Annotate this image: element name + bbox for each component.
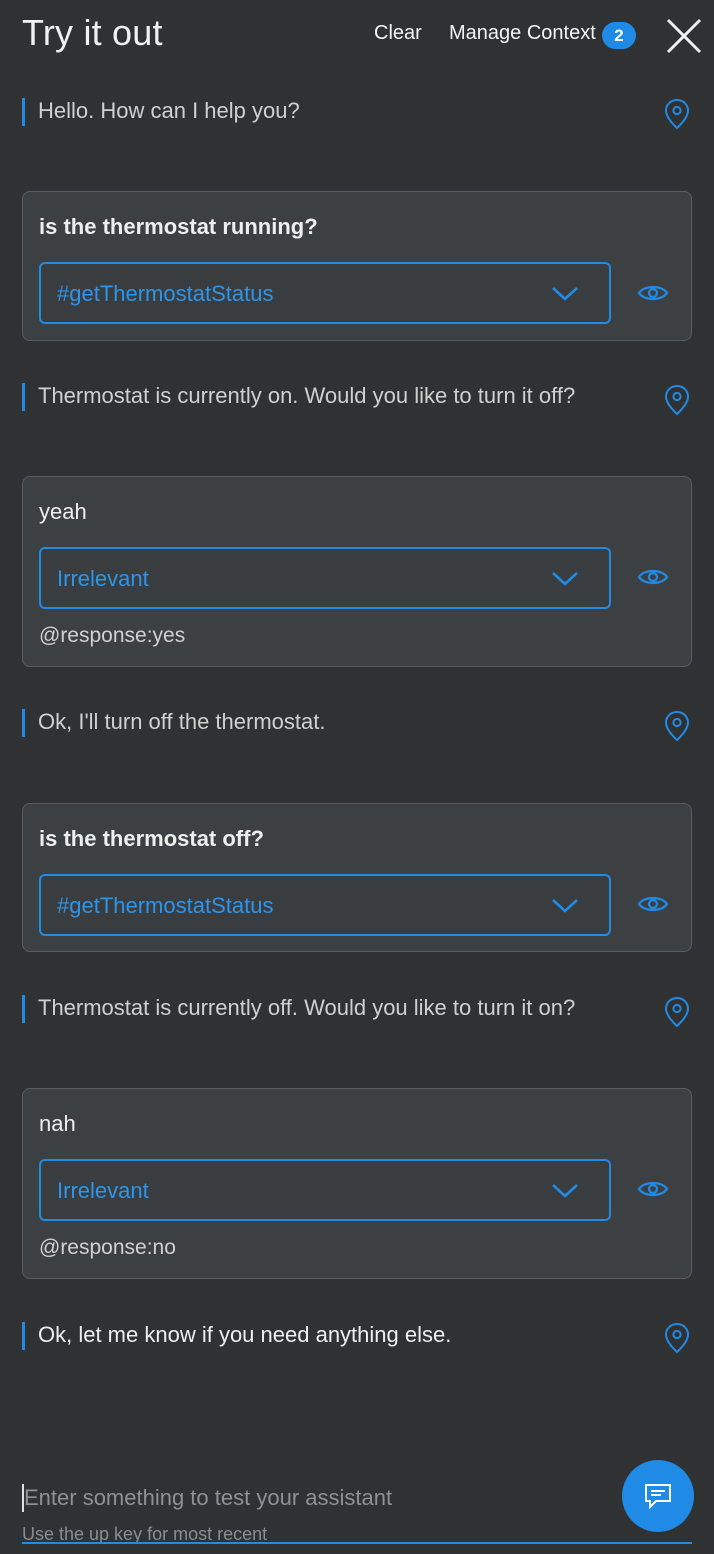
- entity-label: @response:yes: [39, 624, 186, 647]
- close-icon[interactable]: [662, 14, 706, 58]
- context-count-badge[interactable]: 2: [602, 22, 636, 49]
- chat-bubble-icon: [645, 1484, 671, 1510]
- message-marker: [22, 98, 25, 126]
- message-marker: [22, 709, 25, 737]
- chevron-down-icon: [551, 284, 579, 304]
- intent-dropdown[interactable]: Irrelevant: [39, 547, 611, 609]
- input-underline: [22, 1542, 692, 1544]
- intent-dropdown[interactable]: Irrelevant: [39, 1159, 611, 1221]
- panel-header: Try it out Clear Manage Context 2: [0, 0, 714, 72]
- eye-icon[interactable]: [637, 281, 669, 305]
- eye-icon[interactable]: [637, 1177, 669, 1201]
- intent-value: #getThermostatStatus: [57, 893, 274, 918]
- location-pin-icon[interactable]: [664, 710, 690, 742]
- intent-dropdown[interactable]: #getThermostatStatus: [39, 874, 611, 936]
- eye-icon[interactable]: [637, 565, 669, 589]
- intent-value: #getThermostatStatus: [57, 281, 274, 306]
- bot-message: Ok, I'll turn off the thermostat.: [22, 707, 652, 739]
- user-message-card: nah Irrelevant @response:no: [22, 1088, 692, 1279]
- location-pin-icon[interactable]: [664, 996, 690, 1028]
- manage-context-button[interactable]: Manage Context: [449, 22, 596, 45]
- bot-message: Thermostat is currently off. Would you l…: [22, 993, 652, 1025]
- message-marker: [22, 383, 25, 411]
- bot-message: Hello. How can I help you?: [22, 96, 652, 128]
- location-pin-icon[interactable]: [664, 98, 690, 130]
- user-message-text: yeah: [39, 499, 87, 524]
- bot-message: Ok, let me know if you need anything els…: [22, 1320, 652, 1352]
- bot-message-text: Thermostat is currently off. Would you l…: [38, 995, 576, 1020]
- bot-message-text: Thermostat is currently on. Would you li…: [38, 383, 576, 408]
- message-marker: [22, 995, 25, 1023]
- test-assistant-input[interactable]: [22, 1480, 624, 1516]
- location-pin-icon[interactable]: [664, 1322, 690, 1354]
- user-message-text: is the thermostat off?: [39, 826, 264, 851]
- message-marker: [22, 1322, 25, 1350]
- bot-message: Thermostat is currently on. Would you li…: [22, 381, 652, 413]
- clear-button[interactable]: Clear: [374, 22, 422, 45]
- user-message-text: is the thermostat running?: [39, 214, 318, 239]
- panel-title: Try it out: [22, 12, 163, 53]
- user-message-card: yeah Irrelevant @response:yes: [22, 476, 692, 667]
- user-message-card: is the thermostat off? #getThermostatSta…: [22, 803, 692, 952]
- intent-value: Irrelevant: [57, 1178, 149, 1203]
- chevron-down-icon: [551, 896, 579, 916]
- chevron-down-icon: [551, 569, 579, 589]
- bot-message-text: Ok, let me know if you need anything els…: [38, 1322, 452, 1347]
- intent-value: Irrelevant: [57, 566, 149, 591]
- eye-icon[interactable]: [637, 892, 669, 916]
- user-message-text: nah: [39, 1111, 76, 1136]
- chevron-down-icon: [551, 1181, 579, 1201]
- entity-label: @response:no: [39, 1236, 176, 1259]
- location-pin-icon[interactable]: [664, 384, 690, 416]
- bot-message-text: Hello. How can I help you?: [38, 98, 300, 123]
- user-message-card: is the thermostat running? #getThermosta…: [22, 191, 692, 341]
- intent-dropdown[interactable]: #getThermostatStatus: [39, 262, 611, 324]
- bot-message-text: Ok, I'll turn off the thermostat.: [38, 709, 326, 734]
- send-message-button[interactable]: [622, 1460, 694, 1532]
